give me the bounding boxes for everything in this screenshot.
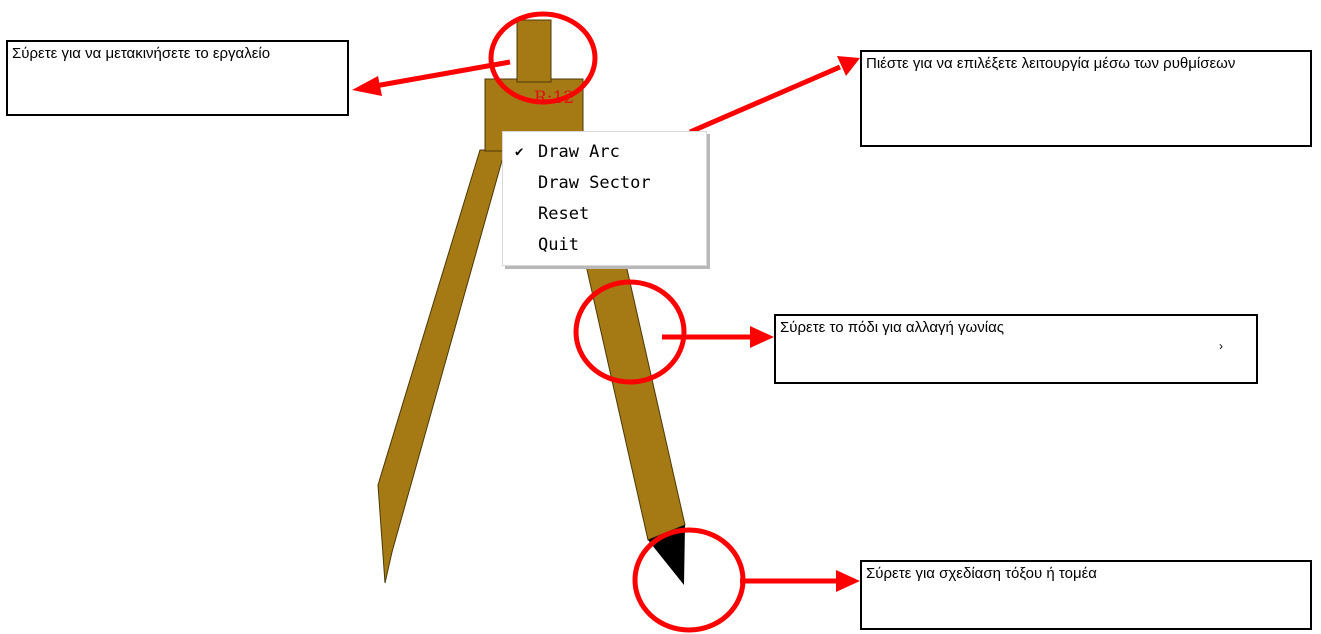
compass-left-leg[interactable]	[377, 149, 506, 584]
menu-item-label: Draw Sector	[538, 173, 651, 193]
checkmark-icon: ✔	[515, 144, 524, 160]
menu-item-label: Quit	[538, 235, 579, 255]
menu-item-label: Reset	[538, 204, 590, 224]
menu-item-draw-arc[interactable]: ✔ Draw Arc	[503, 137, 706, 168]
radius-label: R:12	[534, 88, 575, 108]
compass-handle[interactable]	[516, 19, 552, 83]
menu-item-label: Draw Arc	[538, 142, 620, 162]
callout-change-angle: Σύρετε το πόδι για αλλαγή γωνίας	[774, 314, 1258, 384]
menu-item-reset[interactable]: Reset	[503, 199, 706, 230]
callout-move-tool: Σύρετε για να μετακινήσετε το εργαλείο	[6, 40, 349, 116]
menu-item-quit[interactable]: Quit	[503, 230, 706, 261]
arrow-to-mode-callout	[689, 56, 860, 135]
tip-highlight-circle	[632, 527, 746, 633]
menu-item-draw-sector[interactable]: Draw Sector	[503, 168, 706, 199]
callout-select-mode: Πιέστε για να επιλέξετε λειτουργία μέσω …	[860, 50, 1312, 147]
arrow-to-angle-callout	[662, 326, 774, 348]
callout-draw-arc: Σύρετε για σχεδίαση τόξου ή τομέα	[860, 560, 1312, 630]
stray-mark: ›	[1219, 339, 1223, 353]
arrow-to-draw-callout	[740, 570, 860, 592]
context-menu: ✔ Draw Arc Draw Sector Reset Quit	[502, 131, 707, 266]
